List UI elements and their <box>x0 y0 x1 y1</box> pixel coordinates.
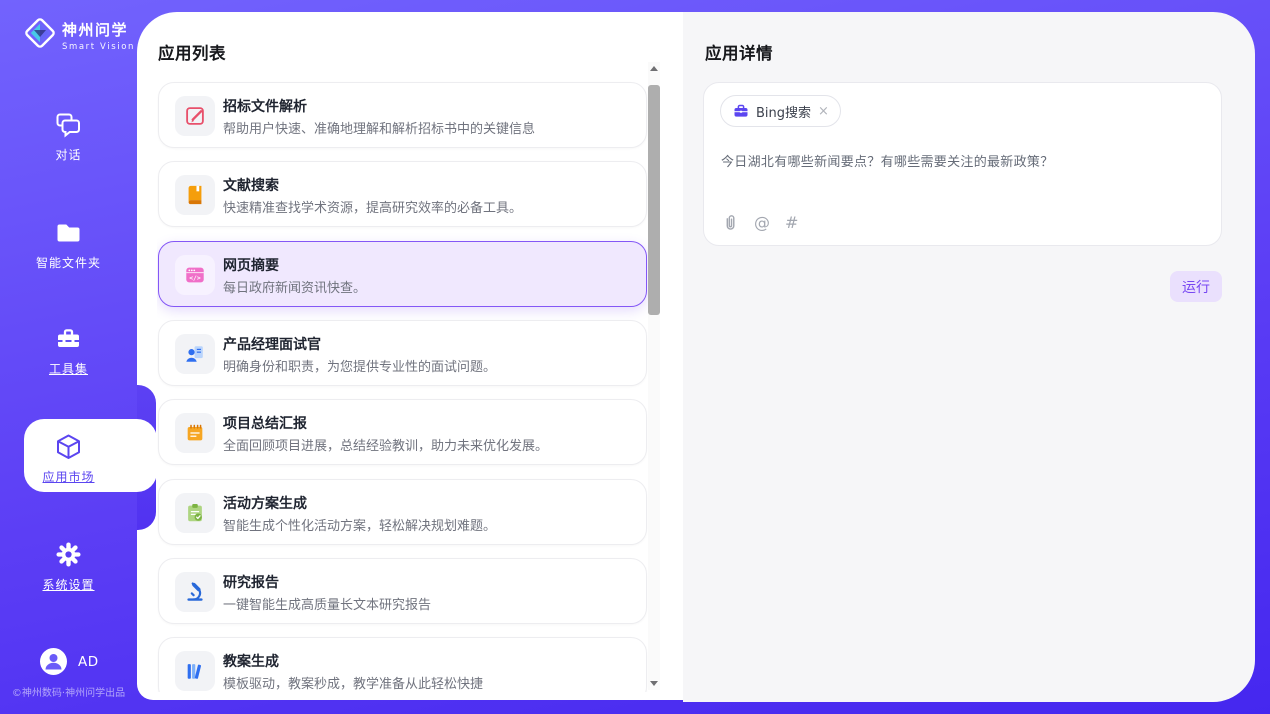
app-detail-panel: 应用详情 Bing搜索 × 今日湖北有哪些新闻要点？有哪些需要关注的最新政策？ <box>683 12 1255 702</box>
event-plan-icon <box>175 493 215 533</box>
hash-icon[interactable]: # <box>785 214 798 232</box>
sidebar: 神州问学 Smart Vision 对话 智能文件夹 <box>0 0 137 714</box>
gear-icon <box>0 540 137 568</box>
app-list-title: 应用列表 <box>158 40 226 64</box>
app-desc: 一键智能生成高质量长文本研究报告 <box>223 594 431 613</box>
sidebar-item-label: 系统设置 <box>0 576 137 593</box>
app-name: 招标文件解析 <box>223 96 307 116</box>
brand-logo-icon <box>23 16 57 54</box>
composer-toolbar: @ # <box>721 213 798 232</box>
mention-icon[interactable]: @ <box>754 214 770 232</box>
app-list: 招标文件解析 帮助用户快速、准确地理解和解析招标书中的关键信息 文献搜索 快速精… <box>157 70 649 692</box>
app-detail-title: 应用详情 <box>705 40 773 64</box>
folder-icon <box>0 218 137 246</box>
app-card-research-report[interactable]: 研究报告 一键智能生成高质量长文本研究报告 <box>158 558 647 624</box>
app-card-interviewer[interactable]: 产品经理面试官 明确身份和职责，为您提供专业性的面试问题。 <box>158 320 647 386</box>
brand-subtitle: Smart Vision <box>62 42 135 52</box>
scroll-up-arrow-icon[interactable] <box>650 66 658 71</box>
sidebar-item-settings[interactable]: 系统设置 <box>0 540 137 593</box>
literature-search-icon <box>175 175 215 215</box>
sidebar-item-label: 智能文件夹 <box>0 254 137 271</box>
app-name: 活动方案生成 <box>223 493 307 513</box>
sidebar-item-chat[interactable]: 对话 <box>0 110 137 163</box>
app-desc: 快速精准查找学术资源，提高研究效率的必备工具。 <box>223 197 522 216</box>
webpage-summary-icon: </> <box>175 255 215 295</box>
brand-title: 神州问学 <box>62 19 135 40</box>
cube-icon <box>0 432 137 460</box>
lesson-plan-icon <box>175 651 215 691</box>
close-icon[interactable]: × <box>818 104 829 119</box>
brand: 神州问学 Smart Vision <box>23 16 135 54</box>
sidebar-item-label: 对话 <box>0 146 137 163</box>
chat-icon <box>0 110 137 138</box>
app-name: 网页摘要 <box>223 255 279 275</box>
interviewer-icon <box>175 334 215 374</box>
copyright-text: ©神州数码·神州问学出品 <box>0 684 137 699</box>
app-desc: 明确身份和职责，为您提供专业性的面试问题。 <box>223 356 496 375</box>
sidebar-item-label: 应用市场 <box>0 468 137 485</box>
person-icon <box>40 648 67 675</box>
app-card-event-plan[interactable]: 活动方案生成 智能生成个性化活动方案，轻松解决规划难题。 <box>158 479 647 545</box>
briefcase-icon <box>733 103 749 119</box>
tool-chip-bing-search[interactable]: Bing搜索 × <box>720 95 841 127</box>
app-desc: 全面回顾项目进展，总结经验教训，助力未来优化发展。 <box>223 435 548 454</box>
user-account[interactable]: AD <box>40 648 99 675</box>
tool-chip-label: Bing搜索 <box>756 102 811 121</box>
query-text[interactable]: 今日湖北有哪些新闻要点？有哪些需要关注的最新政策？ <box>721 151 1197 170</box>
app-desc: 模板驱动，教案秒成，教学准备从此轻松快捷 <box>223 673 483 692</box>
avatar <box>40 648 67 675</box>
sidebar-item-toolset[interactable]: 工具集 <box>0 324 137 377</box>
sidebar-item-smart-folder[interactable]: 智能文件夹 <box>0 218 137 271</box>
scrollbar[interactable] <box>648 62 660 690</box>
run-button[interactable]: 运行 <box>1170 271 1222 302</box>
svg-text:</>: </> <box>189 274 201 282</box>
app-card-contract-parse[interactable]: 招标文件解析 帮助用户快速、准确地理解和解析招标书中的关键信息 <box>158 82 647 148</box>
app-desc: 每日政府新闻资讯快查。 <box>223 277 366 296</box>
app-name: 研究报告 <box>223 572 279 592</box>
sidebar-item-app-market[interactable]: 应用市场 <box>0 432 137 485</box>
project-report-icon <box>175 413 215 453</box>
research-report-icon <box>175 572 215 612</box>
app-desc: 帮助用户快速、准确地理解和解析招标书中的关键信息 <box>223 118 535 137</box>
app-name: 项目总结汇报 <box>223 413 307 433</box>
prompt-card[interactable]: Bing搜索 × 今日湖北有哪些新闻要点？有哪些需要关注的最新政策？ @ # <box>703 82 1222 246</box>
app-card-lesson-plan[interactable]: 教案生成 模板驱动，教案秒成，教学准备从此轻松快捷 <box>158 637 647 692</box>
app-list-panel: 应用列表 招标文件解析 帮助用户快速、准确地理解和解析招标书中的关键信息 <box>137 12 683 700</box>
sidebar-item-label: 工具集 <box>0 360 137 377</box>
app-card-literature-search[interactable]: 文献搜索 快速精准查找学术资源，提高研究效率的必备工具。 <box>158 161 647 227</box>
user-name: AD <box>78 654 99 670</box>
app-name: 教案生成 <box>223 651 279 671</box>
app-desc: 智能生成个性化活动方案，轻松解决规划难题。 <box>223 515 496 534</box>
app-name: 产品经理面试官 <box>223 334 321 354</box>
contract-parse-icon <box>175 96 215 136</box>
scrollbar-thumb[interactable] <box>648 85 660 315</box>
app-card-project-report[interactable]: 项目总结汇报 全面回顾项目进展，总结经验教训，助力未来优化发展。 <box>158 399 647 465</box>
scroll-down-arrow-icon[interactable] <box>650 681 658 686</box>
app-name: 文献搜索 <box>223 175 279 195</box>
app-card-webpage-summary[interactable]: </> 网页摘要 每日政府新闻资讯快查。 <box>158 241 647 307</box>
toolbox-icon <box>0 324 137 352</box>
paperclip-icon[interactable] <box>721 213 739 232</box>
